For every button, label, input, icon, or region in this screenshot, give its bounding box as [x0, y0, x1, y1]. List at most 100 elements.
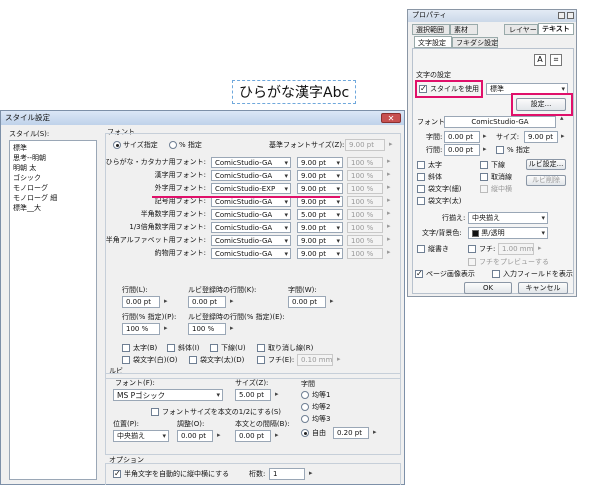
jikan-field[interactable]: 0.00 pt: [288, 296, 326, 308]
stepper-icon[interactable]: ▸: [387, 158, 391, 165]
tab-selection[interactable]: 選択範囲: [412, 24, 450, 35]
page-display-checkbox[interactable]: [415, 269, 423, 278]
stepper-icon[interactable]: ▸: [483, 146, 487, 153]
gyokan-pct-field[interactable]: 100 %: [122, 323, 160, 335]
font-row-percent[interactable]: 100 %: [347, 196, 383, 207]
stepper-icon[interactable]: ▸: [330, 298, 334, 305]
ok-button[interactable]: OK: [464, 282, 512, 294]
color-select[interactable]: 黒/透明: [468, 227, 548, 239]
font-row-percent[interactable]: 100 %: [347, 222, 383, 233]
stepper-icon[interactable]: ▸: [164, 298, 168, 305]
stepper-icon[interactable]: ▸: [561, 133, 565, 140]
font-row-select[interactable]: ComicStudio-GA: [211, 248, 291, 259]
stepper-icon[interactable]: ▸: [230, 325, 234, 332]
stepper-icon[interactable]: ▸: [387, 236, 391, 243]
style-list[interactable]: 標準 思考--明朝 明朝 太 ゴシック モノローグ モノローグ 細 標準__大: [9, 140, 97, 480]
jikan-field[interactable]: 0.00 pt: [444, 131, 480, 143]
cancel-button[interactable]: キャンセル: [518, 282, 568, 294]
ruby-settings-button[interactable]: ルビ設定...: [526, 159, 566, 170]
jikan-radio-3[interactable]: [301, 415, 309, 423]
font-row-percent[interactable]: 100 %: [347, 248, 383, 259]
font-row-select[interactable]: ComicStudio-GA: [211, 222, 291, 233]
strike-checkbox[interactable]: [480, 173, 488, 181]
style-item[interactable]: ゴシック: [13, 175, 41, 182]
font-row-select[interactable]: ComicStudio-GA: [211, 235, 291, 246]
body-gap-field[interactable]: 0.00 pt: [235, 430, 271, 442]
frame-checkbox[interactable]: [257, 356, 265, 364]
ruby-gyokan-field[interactable]: 0.00 pt: [188, 296, 226, 308]
input-field-checkbox[interactable]: [492, 270, 500, 278]
vertical-checkbox[interactable]: [417, 245, 425, 253]
font-row-size[interactable]: 5.00 pt: [297, 209, 343, 220]
ruby-half-checkbox[interactable]: [151, 408, 159, 416]
stepper-icon[interactable]: ▴: [560, 115, 564, 122]
stepper-icon[interactable]: ▸: [275, 391, 279, 398]
font-row-percent[interactable]: 100 %: [347, 209, 383, 220]
gyokan-field[interactable]: 0.00 pt: [444, 144, 480, 156]
italic-checkbox[interactable]: [417, 173, 425, 181]
font-row-percent[interactable]: 100 %: [347, 170, 383, 181]
font-row-size[interactable]: 9.00 pt: [297, 170, 343, 181]
stepper-icon[interactable]: ▸: [538, 245, 542, 252]
underline-checkbox[interactable]: [480, 161, 488, 169]
align-select[interactable]: 中央揃え: [468, 212, 548, 224]
style-item[interactable]: 思考--明朝: [13, 155, 46, 162]
tab-text[interactable]: テキスト: [538, 23, 574, 35]
jikan-radio-2[interactable]: [301, 403, 309, 411]
outline-black-checkbox[interactable]: [189, 356, 197, 364]
stepper-icon[interactable]: ▸: [230, 298, 234, 305]
fuchi-checkbox[interactable]: [468, 245, 476, 253]
font-row-percent[interactable]: 100 %: [347, 157, 383, 168]
tab-material[interactable]: 素材: [450, 24, 478, 35]
stepper-icon[interactable]: ▸: [337, 356, 341, 363]
font-row-size[interactable]: 9.00 pt: [297, 157, 343, 168]
close-panel-button[interactable]: [567, 12, 574, 19]
stepper-icon[interactable]: ▸: [309, 470, 313, 477]
font-row-percent[interactable]: 100 %: [347, 183, 383, 194]
jikan-radio-free[interactable]: [301, 429, 309, 437]
jikan-radio-1[interactable]: [301, 391, 309, 399]
ruby-font-select[interactable]: MS Pゴシック: [113, 389, 223, 401]
adjust-field[interactable]: 0.00 pt: [177, 430, 213, 442]
strike-checkbox[interactable]: [257, 344, 265, 352]
stepper-icon[interactable]: ▸: [373, 429, 377, 436]
ruby-size-field[interactable]: 5.00 pt: [235, 389, 271, 401]
stepper-icon[interactable]: ▸: [387, 184, 391, 191]
font-row-percent[interactable]: 100 %: [347, 235, 383, 246]
font-row-size[interactable]: 9.00 pt: [297, 183, 343, 194]
font-row-select[interactable]: ComicStudio-GA: [211, 209, 291, 220]
tab-balloon-settings[interactable]: フキダシ設定: [452, 37, 498, 48]
text-tool-icon[interactable]: A: [534, 54, 546, 66]
radio-percent[interactable]: [169, 141, 177, 149]
pct-checkbox[interactable]: [496, 146, 504, 154]
font-row-size[interactable]: 9.00 pt: [297, 222, 343, 233]
tate-checkbox[interactable]: [113, 469, 121, 478]
tab-layer[interactable]: レイヤー: [504, 24, 538, 35]
stepper-icon[interactable]: ▸: [387, 171, 391, 178]
font-row-size[interactable]: 9.00 pt: [297, 248, 343, 259]
base-size-field[interactable]: 9.00 pt: [345, 139, 385, 151]
stepper-icon[interactable]: ▸: [387, 249, 391, 256]
tatechuyoko-checkbox[interactable]: [480, 185, 488, 193]
pos-select[interactable]: 中央揃え: [113, 430, 169, 442]
underline-checkbox[interactable]: [210, 344, 218, 352]
stepper-icon[interactable]: ▸: [387, 210, 391, 217]
stepper-icon[interactable]: ▸: [217, 432, 221, 439]
radio-size[interactable]: [113, 141, 121, 149]
stepper-icon[interactable]: ▸: [389, 141, 393, 148]
minimize-button[interactable]: [558, 12, 565, 19]
bold-checkbox[interactable]: [122, 344, 130, 352]
font-row-select[interactable]: ComicStudio-EXP: [211, 183, 291, 194]
tab-char-settings[interactable]: 文字設定: [414, 36, 452, 48]
style-item[interactable]: モノローグ: [13, 185, 48, 192]
style-item[interactable]: 明朝 太: [13, 165, 36, 172]
frame-field[interactable]: 0.10 mm: [297, 354, 333, 366]
ruby-delete-button[interactable]: ルビ削除: [526, 175, 566, 186]
style-item[interactable]: 標準: [13, 145, 27, 152]
style-item[interactable]: 標準__大: [13, 205, 41, 212]
stepper-icon[interactable]: ▸: [387, 197, 391, 204]
canvas-text-frame[interactable]: ひらがな漢字Abc: [232, 80, 356, 104]
outline-thick-checkbox[interactable]: [417, 197, 425, 205]
font-row-select[interactable]: ComicStudio-GA: [211, 157, 291, 168]
outline-thin-checkbox[interactable]: [417, 185, 425, 193]
